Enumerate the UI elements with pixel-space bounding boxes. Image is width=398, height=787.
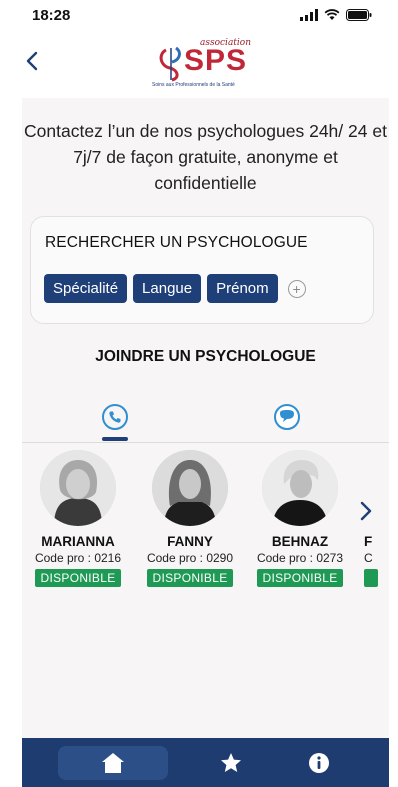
app-header: association SPS Soins aux Professionnels… — [0, 30, 398, 96]
intro-text: Contactez l’un de nos psychologues 24h/ … — [24, 121, 387, 193]
phone-icon — [102, 404, 128, 430]
psychologist-list: MARIANNA Code pro : 0216 DISPONIBLE FANN… — [30, 450, 389, 610]
chevron-right-icon — [360, 501, 372, 521]
nav-home-button[interactable] — [58, 746, 168, 780]
tab-phone[interactable] — [102, 404, 132, 434]
status-badge: DISPONIBLE — [35, 569, 121, 587]
home-icon — [102, 753, 124, 773]
nav-info-button[interactable] — [302, 746, 336, 780]
status-icons — [300, 9, 372, 21]
star-icon — [221, 753, 241, 772]
psychologist-name: FANNY — [167, 534, 213, 549]
tab-chat[interactable] — [274, 404, 304, 434]
status-badge — [364, 569, 378, 587]
add-filter-icon[interactable]: + — [287, 279, 306, 298]
status-badge: DISPONIBLE — [257, 569, 343, 587]
psychologist-code: Code pro : 0273 — [256, 551, 344, 565]
filter-langue-button[interactable]: Langue — [133, 274, 202, 303]
avatar — [40, 450, 116, 526]
sps-logo: association SPS Soins aux Professionnels… — [150, 36, 260, 90]
psychologist-name: F — [364, 534, 373, 549]
psychologist-code: C — [364, 551, 373, 565]
wifi-icon — [324, 9, 340, 20]
avatar — [152, 450, 228, 526]
psychologist-card-behnaz[interactable]: BEHNAZ Code pro : 0273 DISPONIBLE — [252, 450, 348, 587]
signal-icon — [300, 9, 318, 21]
filter-bar: Spécialité Langue Prénom + — [44, 274, 306, 303]
logo-sps-text: SPS — [184, 44, 248, 77]
info-icon — [309, 753, 329, 773]
status-bar: 18:28 — [0, 0, 398, 30]
psychologist-name: BEHNAZ — [271, 534, 329, 549]
psychologist-code: Code pro : 0290 — [146, 551, 234, 565]
psychologist-name: MARIANNA — [41, 534, 115, 549]
battery-icon — [346, 9, 372, 21]
status-badge: DISPONIBLE — [147, 569, 233, 587]
contact-tabs — [22, 396, 389, 443]
filter-specialite-button[interactable]: Spécialité — [44, 274, 128, 303]
main-content: Contactez l’un de nos psychologues 24h/ … — [22, 98, 389, 738]
bottom-nav — [22, 738, 389, 787]
search-title: RECHERCHER UN PSYCHOLOGUE — [45, 234, 308, 251]
search-card: RECHERCHER UN PSYCHOLOGUE Spécialité Lan… — [30, 216, 374, 324]
psychologist-card-fanny[interactable]: FANNY Code pro : 0290 DISPONIBLE — [142, 450, 238, 587]
active-tab-indicator — [102, 437, 128, 441]
caduceus-logo-icon — [159, 46, 181, 82]
status-time: 18:28 — [32, 6, 71, 24]
psychologist-code: Code pro : 0216 — [34, 551, 122, 565]
next-psychologist-button[interactable] — [359, 500, 379, 528]
chevron-left-icon — [26, 51, 38, 71]
psychologist-card-marianna[interactable]: MARIANNA Code pro : 0216 DISPONIBLE — [30, 450, 126, 587]
avatar — [262, 450, 338, 526]
filter-prenom-button[interactable]: Prénom — [207, 274, 278, 303]
nav-favorites-button[interactable] — [214, 746, 248, 780]
logo-tagline: Soins aux Professionnels de la Santé — [152, 82, 235, 88]
back-button[interactable] — [20, 46, 44, 76]
chat-icon — [274, 404, 300, 430]
join-title: JOINDRE UN PSYCHOLOGUE — [95, 348, 316, 365]
